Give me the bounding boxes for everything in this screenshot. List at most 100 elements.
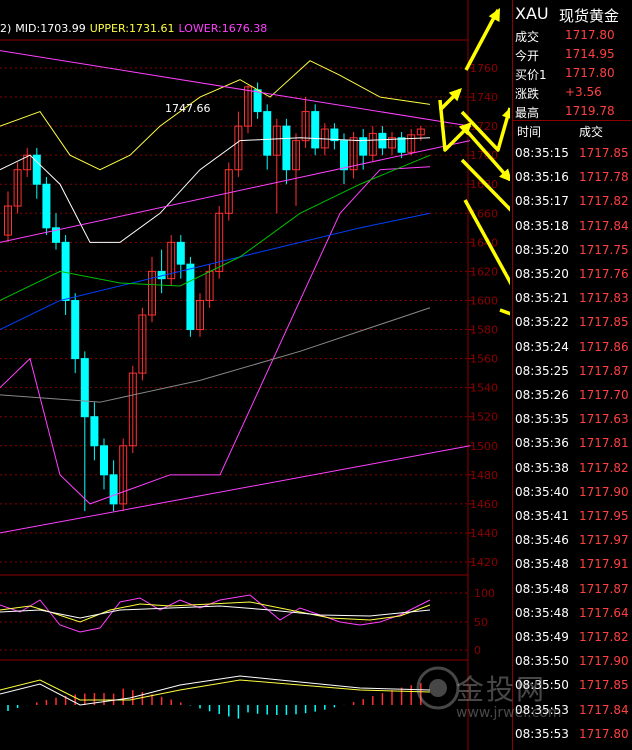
quote-value: 1719.78 xyxy=(565,104,615,118)
tick-row: 08:35:48 1717.64 xyxy=(513,606,631,629)
symbol-name: 现货黄金 xyxy=(559,7,620,25)
candle-body xyxy=(311,111,320,149)
tick-row: 08:35:48 1717.91 xyxy=(513,557,631,580)
quote-value: 1714.95 xyxy=(565,47,615,61)
tick-row: 08:35:20 1717.76 xyxy=(513,267,631,290)
tick-time: 08:35:26 xyxy=(515,388,569,402)
tick-price: 1717.84 xyxy=(579,702,629,717)
y-tick-label: 1420 xyxy=(470,556,498,569)
candle-body xyxy=(282,125,291,171)
lower-label: LOWER:1676.38 xyxy=(178,22,268,35)
quote-value: 1717.80 xyxy=(565,28,615,42)
y-tick-label: 1440 xyxy=(470,527,498,540)
osc-line-d xyxy=(0,601,431,623)
tick-time: 08:35:38 xyxy=(515,460,569,475)
quote-label: 买价1 xyxy=(515,68,547,82)
y-tick-label: 1500 xyxy=(470,440,498,453)
tick-row: 08:35:35 1717.63 xyxy=(513,412,631,435)
tick-price: 1717.70 xyxy=(579,388,629,402)
tick-price: 1717.84 xyxy=(579,218,629,233)
tick-price: 1717.90 xyxy=(579,654,629,669)
tick-row: 08:35:48 1717.87 xyxy=(513,582,631,605)
quote-label: 今开 xyxy=(515,49,540,63)
indicator-header: 2) MID:1703.99 UPPER:1731.61 LOWER:1676.38 xyxy=(0,22,271,35)
tick-row: 08:35:25 1717.87 xyxy=(513,364,631,387)
quote-value: 1717.80 xyxy=(565,66,615,80)
tick-price: 1717.82 xyxy=(579,460,629,475)
tick-time: 08:35:24 xyxy=(515,339,569,354)
col-price: 成交 xyxy=(579,125,604,139)
trendline-lower xyxy=(0,445,471,534)
y-tick-label: 1580 xyxy=(470,324,498,337)
candle-body xyxy=(61,241,70,301)
tick-price: 1717.82 xyxy=(579,194,629,209)
tick-time: 08:35:25 xyxy=(515,363,569,378)
tick-time: 08:35:20 xyxy=(515,267,569,281)
tick-time: 08:35:21 xyxy=(515,291,569,306)
tick-row: 08:35:41 1717.95 xyxy=(513,509,631,532)
col-time: 时间 xyxy=(517,125,542,139)
symbol-code: XAU xyxy=(515,4,549,23)
tick-price: 1717.86 xyxy=(579,339,629,354)
tick-time: 08:35:48 xyxy=(515,581,569,596)
tick-price: 1717.64 xyxy=(579,605,629,620)
tick-time: 08:35:22 xyxy=(515,315,569,330)
candle-body xyxy=(42,183,51,229)
y-tick-label: 1520 xyxy=(470,411,498,424)
tick-time: 08:35:17 xyxy=(515,194,569,209)
arrow-up-1 xyxy=(464,9,500,71)
quote-value: +3.56 xyxy=(565,85,602,99)
tick-time: 08:35:20 xyxy=(515,242,569,257)
tick-time: 08:35:48 xyxy=(515,605,569,620)
tick-row: 08:35:40 1717.90 xyxy=(513,485,631,508)
tick-price: 1717.95 xyxy=(579,509,629,523)
y-tick-label: 1560 xyxy=(470,353,498,366)
y-tick-label: 1480 xyxy=(470,469,498,482)
tick-row: 08:35:18 1717.84 xyxy=(513,219,631,242)
tick-price: 1717.97 xyxy=(579,533,629,548)
osc-tick-label: 100 xyxy=(474,587,495,600)
tick-price: 1717.81 xyxy=(579,436,629,451)
tick-time: 08:35:40 xyxy=(515,484,569,499)
chart-area[interactable]: 1760 1740 1720 1700 1680 1660 1640 1620 1600 1580… xyxy=(0,0,510,750)
tick-time: 08:35:36 xyxy=(515,436,569,451)
tick-time: 08:35:48 xyxy=(515,557,569,572)
header-prefix: 2) xyxy=(0,22,12,35)
tick-row: 08:35:24 1717.86 xyxy=(513,340,631,363)
quote-label: 涨跌 xyxy=(515,87,540,101)
quote-label: 成交 xyxy=(515,30,540,44)
watermark-text: 金投网 xyxy=(456,673,547,706)
candle-body xyxy=(253,89,262,113)
quote-row: 涨跌 +3.56 xyxy=(513,85,631,103)
tick-row: 08:35:26 1717.70 xyxy=(513,388,631,411)
tick-time: 08:35:35 xyxy=(515,412,569,427)
tick-row: 08:35:22 1717.85 xyxy=(513,315,631,338)
tick-time: 08:35:41 xyxy=(515,509,569,523)
tick-row: 08:35:21 1717.83 xyxy=(513,291,631,314)
quote-row: 买价1 1717.80 xyxy=(513,66,631,84)
tick-price: 1717.85 xyxy=(579,315,629,330)
y-tick-label: 1760 xyxy=(470,62,498,75)
quote-label: 最高 xyxy=(515,106,540,120)
y-tick-label: 1740 xyxy=(470,91,498,104)
quote-panel: XAU 现货黄金 成交 1717.80 今开 1714.95 买价1 1717.80 涨跌 +… xyxy=(512,0,632,750)
tick-price: 1717.63 xyxy=(579,412,629,427)
arrow-swing-2 xyxy=(499,308,510,316)
tick-price: 1717.83 xyxy=(579,291,629,306)
tick-table-header: 时间 成交 xyxy=(513,120,631,141)
tick-time: 08:35:18 xyxy=(515,218,569,233)
price-chart[interactable]: 1760174017201700168016601640162016001580… xyxy=(0,0,510,750)
trendline-upper xyxy=(0,50,471,127)
candle-body xyxy=(176,241,185,265)
candle-body xyxy=(100,445,108,476)
upper-label: UPPER:1731.61 xyxy=(89,22,175,35)
osc-line-j xyxy=(0,605,431,619)
y-tick-label: 1620 xyxy=(470,265,498,278)
tick-price: 1717.87 xyxy=(579,363,629,378)
tick-row: 08:35:38 1717.82 xyxy=(513,461,631,484)
tick-row: 08:35:17 1717.82 xyxy=(513,194,631,217)
candle-body xyxy=(71,299,80,360)
tick-time: 08:35:49 xyxy=(515,630,569,644)
tick-row: 08:35:15 1717.85 xyxy=(513,146,631,169)
tick-price: 1717.78 xyxy=(579,170,629,185)
